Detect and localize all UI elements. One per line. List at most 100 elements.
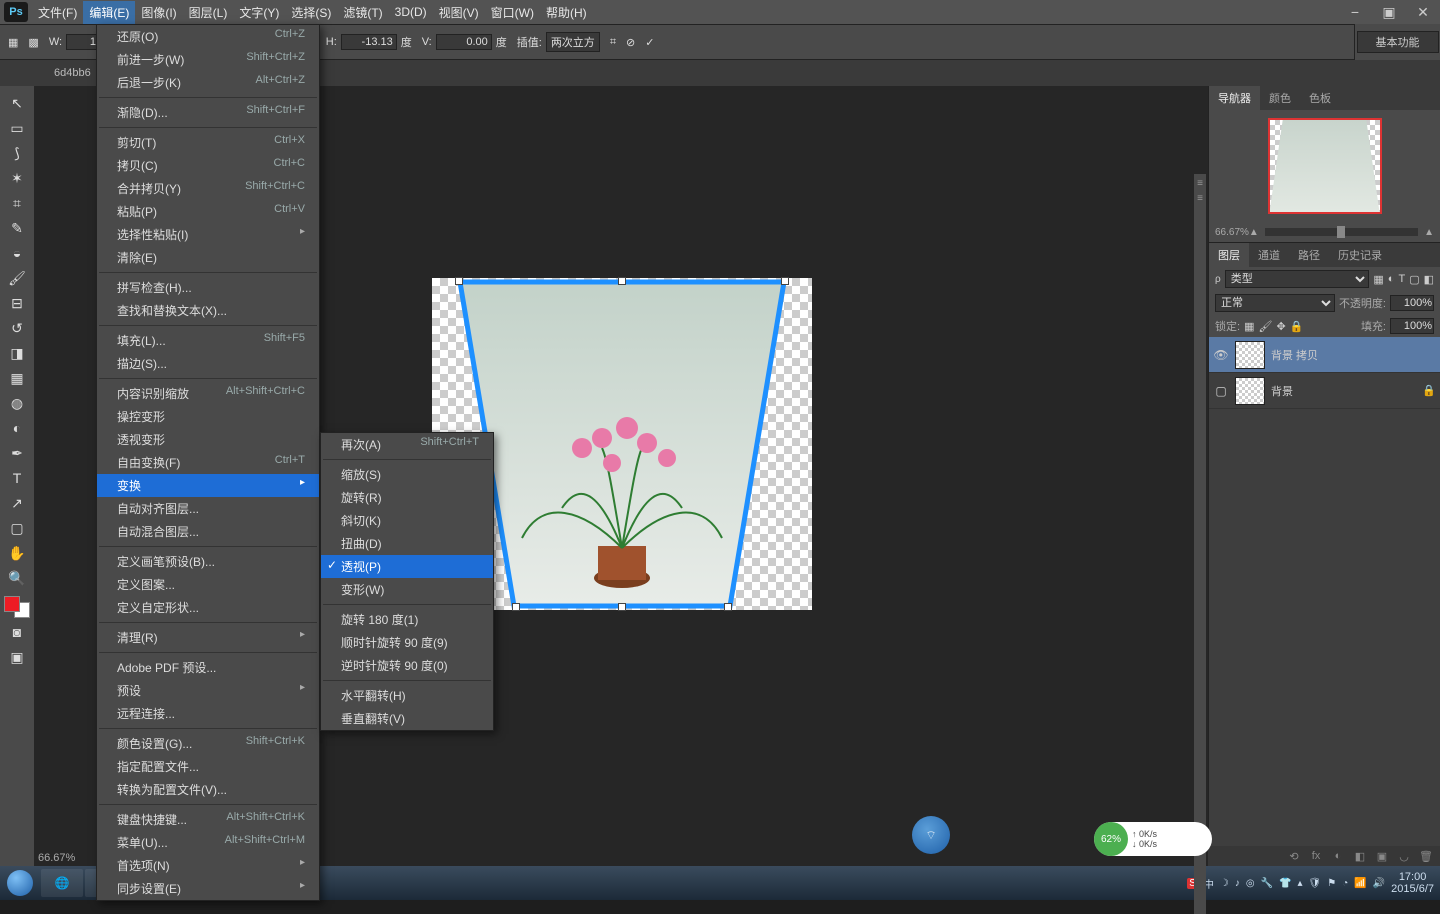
cancel-transform-icon[interactable]: ⊘: [626, 36, 635, 49]
zoom-out-icon[interactable]: ▲: [1249, 227, 1259, 238]
menu-help[interactable]: 帮助(H): [540, 1, 593, 24]
adjustment-icon[interactable]: ◧: [1352, 850, 1368, 863]
mask-icon[interactable]: ◐: [1330, 850, 1346, 862]
lock-trans-icon[interactable]: ▦: [1244, 320, 1254, 333]
tray-aim-icon[interactable]: ◎: [1246, 878, 1255, 889]
tray-clock[interactable]: 17:002015/6/7: [1391, 871, 1434, 895]
blend-mode-select[interactable]: 正常: [1215, 294, 1335, 312]
zoom-tool-icon[interactable]: 🔍: [5, 567, 29, 589]
submenu-item[interactable]: 变形(W): [321, 578, 493, 601]
menu-edit[interactable]: 编辑(E): [83, 1, 135, 24]
submenu-item[interactable]: 垂直翻转(V): [321, 707, 493, 730]
menu-view[interactable]: 视图(V): [433, 1, 485, 24]
crop-tool-icon[interactable]: ⌗: [5, 192, 29, 214]
menu-item[interactable]: 还原(O)Ctrl+Z: [97, 25, 319, 48]
menu-filter[interactable]: 滤镜(T): [337, 1, 388, 24]
zoom-slider[interactable]: [1265, 228, 1418, 236]
submenu-item[interactable]: 再次(A)Shift+Ctrl+T: [321, 433, 493, 456]
history-brush-icon[interactable]: ↺: [5, 317, 29, 339]
menu-item[interactable]: 合并拷贝(Y)Shift+Ctrl+C: [97, 177, 319, 200]
layer-row[interactable]: 👁 背景 拷贝: [1209, 337, 1440, 373]
transform-handle[interactable]: [618, 603, 626, 611]
filter-image-icon[interactable]: ▦: [1373, 273, 1383, 286]
menu-item[interactable]: 描边(S)...: [97, 352, 319, 375]
menu-window[interactable]: 窗口(W): [485, 1, 540, 24]
menu-item[interactable]: Adobe PDF 预设...: [97, 656, 319, 679]
tray-vol-icon[interactable]: 🔊: [1373, 878, 1385, 889]
wand-tool-icon[interactable]: ✶: [5, 167, 29, 189]
menu-item[interactable]: 定义自定形状...: [97, 596, 319, 619]
tray-note-icon[interactable]: ♪: [1235, 878, 1240, 889]
lock-all-icon[interactable]: 🔒: [1290, 320, 1304, 333]
new-layer-icon[interactable]: ◡: [1396, 850, 1412, 863]
color-swatch[interactable]: [4, 596, 30, 618]
screenmode-icon[interactable]: ▣: [5, 646, 29, 668]
heal-tool-icon[interactable]: ◒: [5, 242, 29, 264]
transform-handle[interactable]: [455, 277, 463, 285]
menu-item[interactable]: 查找和替换文本(X)...: [97, 299, 319, 322]
hand-tool-icon[interactable]: ✋: [5, 542, 29, 564]
window-maximize[interactable]: ▣: [1372, 0, 1406, 24]
menu-item[interactable]: 自动混合图层...: [97, 520, 319, 543]
blur-tool-icon[interactable]: ◍: [5, 392, 29, 414]
commit-transform-icon[interactable]: ✓: [645, 36, 654, 49]
interp-select[interactable]: 两次立方: [546, 32, 600, 52]
submenu-item[interactable]: 透视(P): [321, 555, 493, 578]
menu-item[interactable]: 预设: [97, 679, 319, 702]
submenu-item[interactable]: 扭曲(D): [321, 532, 493, 555]
tray-moon-icon[interactable]: ☽: [1220, 878, 1229, 889]
menu-image[interactable]: 图像(I): [135, 1, 182, 24]
warp-mode-icon[interactable]: ⌗: [610, 36, 616, 49]
menu-item[interactable]: 内容识别缩放Alt+Shift+Ctrl+C: [97, 382, 319, 405]
menu-item[interactable]: 首选项(N): [97, 854, 319, 877]
menu-item[interactable]: 菜单(U)...Alt+Shift+Ctrl+M: [97, 831, 319, 854]
menu-layer[interactable]: 图层(L): [183, 1, 234, 24]
tab-channels[interactable]: 通道: [1249, 243, 1289, 267]
brush-tool-icon[interactable]: 🖌: [5, 267, 29, 289]
tab-paths[interactable]: 路径: [1289, 243, 1329, 267]
tab-history[interactable]: 历史记录: [1329, 243, 1391, 267]
tab-color[interactable]: 颜色: [1260, 86, 1300, 110]
tab-layers[interactable]: 图层: [1209, 243, 1249, 267]
pen-tool-icon[interactable]: ✒: [5, 442, 29, 464]
shape-tool-icon[interactable]: ▢: [5, 517, 29, 539]
menu-item[interactable]: 颜色设置(G)...Shift+Ctrl+K: [97, 732, 319, 755]
skew-h-input[interactable]: [341, 34, 397, 50]
submenu-item[interactable]: 缩放(S): [321, 463, 493, 486]
eyedropper-tool-icon[interactable]: ✎: [5, 217, 29, 239]
window-minimize[interactable]: −: [1338, 0, 1372, 24]
path-select-icon[interactable]: ↗: [5, 492, 29, 514]
menu-item[interactable]: 清除(E): [97, 246, 319, 269]
menu-item[interactable]: 剪切(T)Ctrl+X: [97, 131, 319, 154]
menu-item[interactable]: 远程连接...: [97, 702, 319, 725]
submenu-item[interactable]: 水平翻转(H): [321, 684, 493, 707]
tray-tool-icon[interactable]: 🔧: [1261, 878, 1273, 889]
submenu-item[interactable]: 斜切(K): [321, 509, 493, 532]
type-tool-icon[interactable]: T: [5, 467, 29, 489]
navigator-thumb[interactable]: [1268, 118, 1382, 214]
visibility-icon[interactable]: 👁: [1213, 348, 1229, 362]
fx-icon[interactable]: fx: [1308, 850, 1324, 862]
transform-handle[interactable]: [618, 277, 626, 285]
menu-item[interactable]: 操控变形: [97, 405, 319, 428]
transform-handle[interactable]: [724, 603, 732, 611]
menu-3d[interactable]: 3D(D): [389, 2, 433, 22]
menu-item[interactable]: 定义画笔预设(B)...: [97, 550, 319, 573]
menu-item[interactable]: 拷贝(C)Ctrl+C: [97, 154, 319, 177]
lock-move-icon[interactable]: ✥: [1276, 320, 1285, 333]
menu-select[interactable]: 选择(S): [285, 1, 337, 24]
menu-item[interactable]: 自动对齐图层...: [97, 497, 319, 520]
menu-item[interactable]: 变换: [97, 474, 319, 497]
group-icon[interactable]: ▣: [1374, 850, 1390, 863]
tab-navigator[interactable]: 导航器: [1209, 86, 1260, 110]
tab-swatches[interactable]: 色板: [1300, 86, 1340, 110]
move-tool-icon[interactable]: ↖: [5, 92, 29, 114]
wifi-widget-icon[interactable]: ⌔: [912, 816, 950, 854]
menu-item[interactable]: 键盘快捷键...Alt+Shift+Ctrl+K: [97, 808, 319, 831]
lasso-tool-icon[interactable]: ⟆: [5, 142, 29, 164]
submenu-item[interactable]: 旋转 180 度(1): [321, 608, 493, 631]
menu-item[interactable]: 指定配置文件...: [97, 755, 319, 778]
workspace-switcher[interactable]: 基本功能: [1357, 31, 1439, 53]
delete-layer-icon[interactable]: 🗑: [1418, 850, 1434, 863]
quickmask-icon[interactable]: ◙: [5, 621, 29, 643]
